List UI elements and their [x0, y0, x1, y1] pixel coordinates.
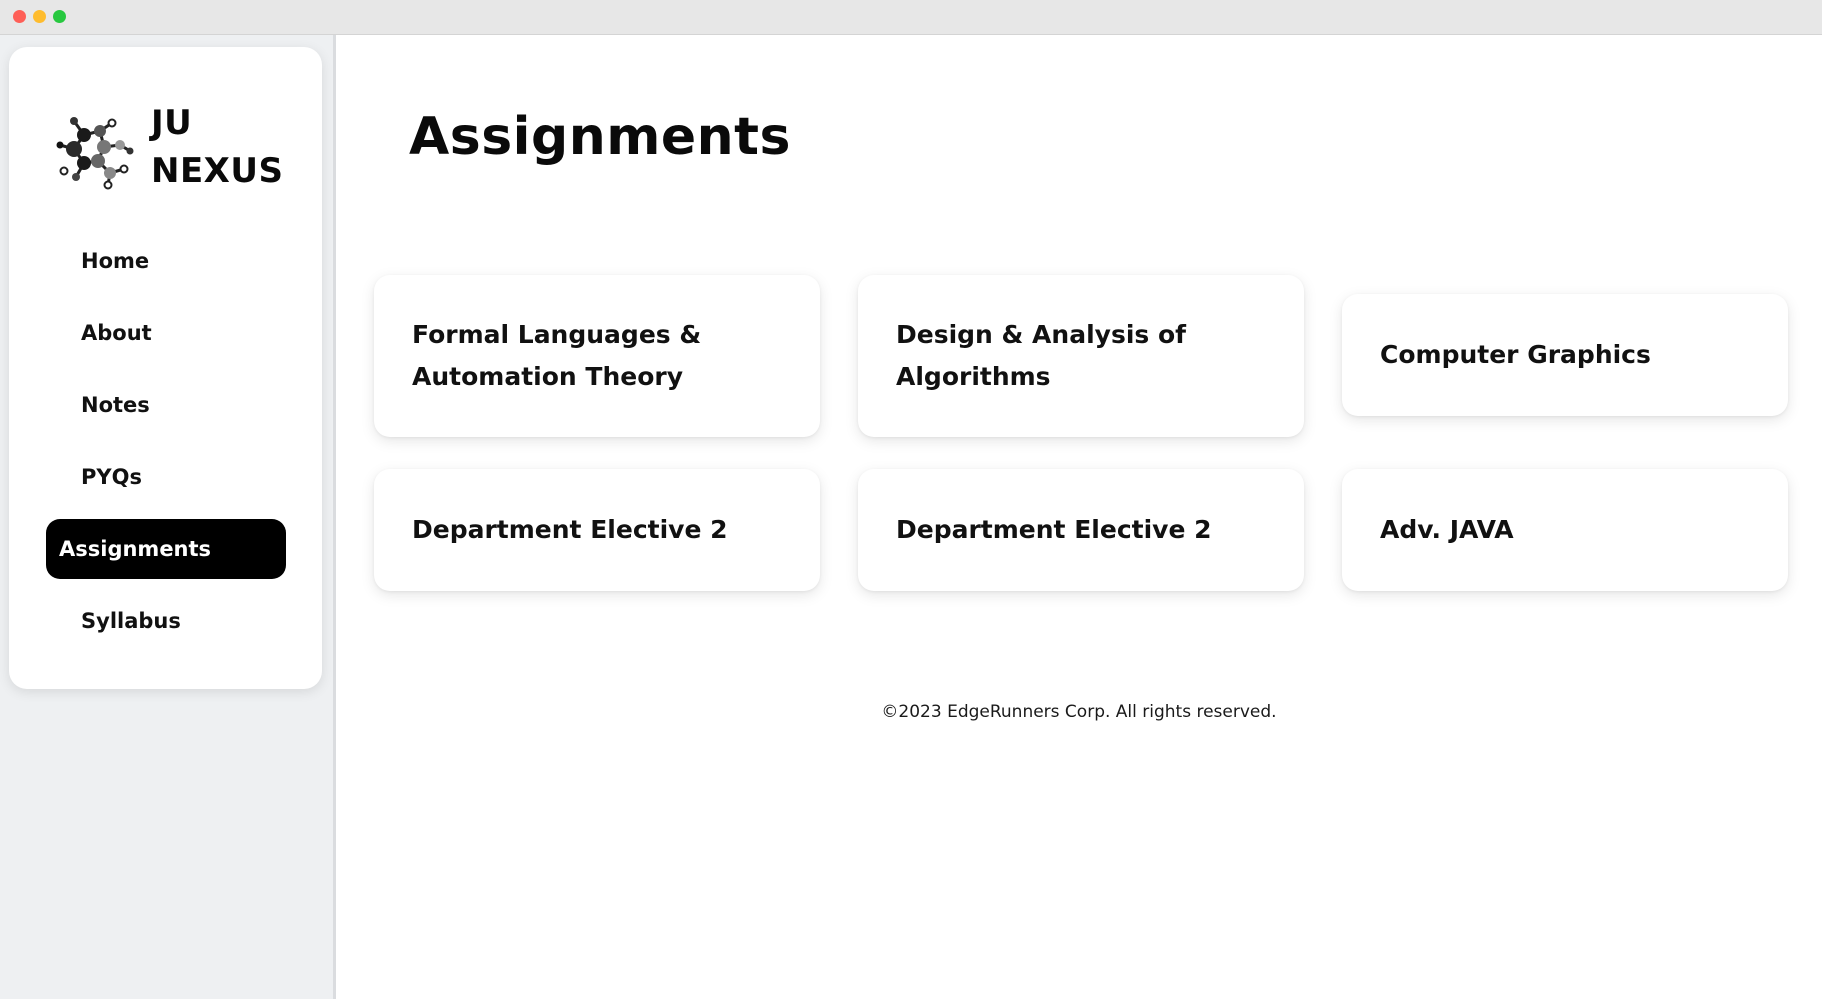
card-title: Formal Languages & Automation Theory: [412, 314, 701, 398]
card-title: Design & Analysis of Algorithms: [896, 314, 1186, 398]
brand-line-2: NEXUS: [151, 151, 284, 191]
sidebar-item-notes[interactable]: Notes: [46, 375, 286, 435]
sidebar-nav: Home About Notes PYQs Assignments Syllab…: [46, 231, 286, 663]
assignment-card-formal-languages[interactable]: Formal Languages & Automation Theory: [374, 275, 820, 437]
assignment-card-department-elective-2[interactable]: Department Elective 2: [374, 469, 820, 591]
minimize-window-button[interactable]: [33, 10, 46, 23]
card-title: Adv. JAVA: [1380, 515, 1514, 544]
brand[interactable]: JU NEXUS: [54, 99, 304, 209]
card-title-line: Design & Analysis of: [896, 320, 1187, 349]
sidebar-item-pyqs[interactable]: PYQs: [46, 447, 286, 507]
card-title-line: Formal Languages &: [412, 320, 702, 349]
brand-name: JU NEXUS: [151, 99, 284, 195]
assignment-card-adv-java[interactable]: Adv. JAVA: [1342, 469, 1788, 591]
card-title: Department Elective 2: [412, 515, 728, 544]
card-title-line: Algorithms: [896, 362, 1051, 391]
sidebar-item-assignments[interactable]: Assignments: [46, 519, 286, 579]
assignment-card-design-analysis-algorithms[interactable]: Design & Analysis of Algorithms: [858, 275, 1304, 437]
maximize-window-button[interactable]: [53, 10, 66, 23]
card-title: Computer Graphics: [1380, 340, 1651, 369]
molecule-network-icon: [56, 117, 134, 190]
page-title: Assignments: [409, 107, 791, 167]
window-titlebar: [0, 0, 1822, 35]
main-content: Assignments Formal Languages & Automatio…: [336, 35, 1822, 999]
sidebar: JU NEXUS Home About Notes PYQs Assignmen…: [0, 35, 336, 999]
brand-line-1: JU: [151, 103, 193, 143]
close-window-button[interactable]: [13, 10, 26, 23]
assignment-card-computer-graphics[interactable]: Computer Graphics: [1342, 294, 1788, 416]
sidebar-item-syllabus[interactable]: Syllabus: [46, 591, 286, 651]
sidebar-item-home[interactable]: Home: [46, 231, 286, 291]
assignment-card-department-elective-2[interactable]: Department Elective 2: [858, 469, 1304, 591]
footer-copyright: ©2023 EdgeRunners Corp. All rights reser…: [881, 702, 1277, 722]
sidebar-item-about[interactable]: About: [46, 303, 286, 363]
sidebar-card: JU NEXUS Home About Notes PYQs Assignmen…: [9, 47, 322, 689]
card-title: Department Elective 2: [896, 515, 1212, 544]
card-title-line: Automation Theory: [412, 362, 683, 391]
